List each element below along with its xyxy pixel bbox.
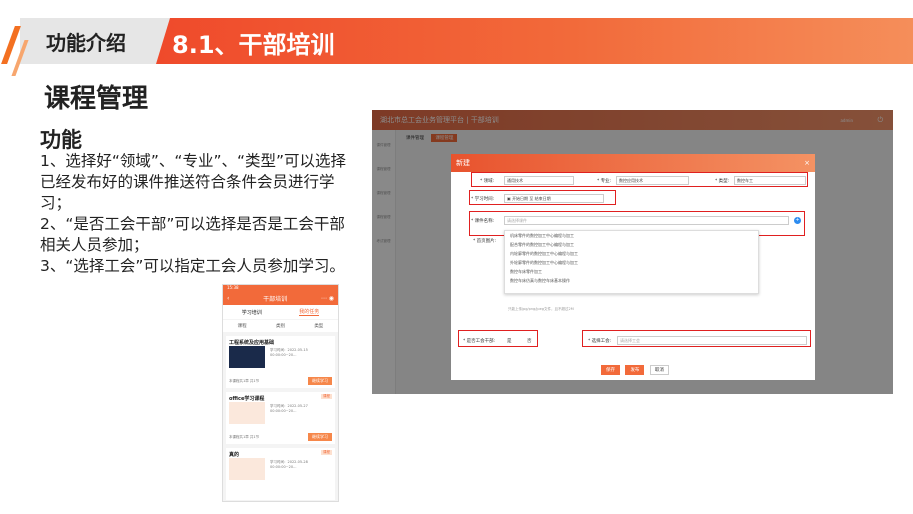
course-card-title: office学习课程 — [229, 396, 265, 402]
upload-hint: 只能上传jpg/png/jpeg文件，且不超过2M — [508, 307, 574, 311]
close-icon[interactable]: × — [804, 159, 810, 167]
phone-tab-study[interactable]: 学习培训 — [242, 309, 262, 316]
description-item-1: 1、选择好“领域”、“专业”、“类型”可以选择已经发布好的课件推送符合条件会员进… — [40, 152, 347, 212]
phone-nav-bar: ‹ 干部培训 ⋯ ◉ — [223, 291, 338, 305]
course-card-foot: 本课程共1章 共1节 — [229, 379, 260, 383]
filter-category[interactable]: 类别 — [276, 323, 285, 329]
save-button[interactable]: 保存 — [601, 365, 620, 375]
course-thumbnail — [229, 346, 265, 368]
highlight-union-row — [582, 330, 811, 347]
phone-tab-mytask[interactable]: 我的任务 — [299, 308, 320, 316]
cancel-button[interactable]: 取消 — [649, 365, 669, 375]
course-card-tag: 课程 — [321, 394, 332, 399]
qr-thumbnail — [229, 458, 265, 480]
dropdown-option[interactable]: 配合零件的数控加工中心编程与加工 — [505, 240, 758, 249]
continue-study-button[interactable]: 继续学习 — [308, 377, 332, 385]
desktop-screenshot: 湖北市总工会业务管理平台 | 干部培训 admin ⏻ 课件管理 课程管理 课程… — [372, 110, 893, 394]
course-card-foot: 本课程共1章 共1节 — [229, 435, 260, 439]
dialog-title: 新建 — [456, 159, 470, 167]
office-thumbnail — [229, 402, 265, 424]
continue-study-button[interactable]: 继续学习 — [308, 433, 332, 441]
filter-course[interactable]: 课程 — [238, 323, 247, 329]
course-card-date: 学习时间：2022-05-28 00:00:00~20... — [270, 460, 308, 469]
dropdown-option[interactable]: 机床零件的数控加工中心编程与加工 — [505, 231, 758, 240]
mobile-screenshot: 15:38 ‹ 干部培训 ⋯ ◉ 学习培训 我的任务 课程 类别 类型 工程系统… — [222, 284, 339, 502]
highlight-cadre-row — [458, 330, 538, 347]
dialog-header: 新建 × — [451, 154, 815, 172]
description: 1、选择好“领域”、“专业”、“类型”可以选择已经发布好的课件推送符合条件会员进… — [40, 151, 355, 277]
header-label: 功能介绍 — [46, 31, 126, 55]
dropdown-option[interactable]: 外轮廓零件的数控加工中心编程与加工 — [505, 258, 758, 267]
courseware-dropdown: 机床零件的数控加工中心编程与加工 配合零件的数控加工中心编程与加工 内轮廓零件的… — [504, 230, 759, 294]
header-band: 功能介绍 8.1、干部培训 — [0, 18, 913, 76]
course-card-title: 工程系统及应用基础 — [229, 340, 275, 346]
highlight-domain-row — [471, 172, 808, 187]
course-card-title: 真的 — [229, 452, 240, 458]
course-card-date: 学习时间：2022-05-27 00:00:00~20... — [270, 404, 308, 413]
phone-title: 干部培训 — [263, 295, 288, 303]
course-card[interactable]: 工程系统及应用基础 学习时间：2022-05-15 00:00:00~20...… — [226, 336, 335, 388]
phone-filter-bar: 课程 类别 类型 — [223, 320, 338, 332]
course-card[interactable]: 真的 课程 学习时间：2022-05-28 00:00:00~20... — [226, 448, 335, 500]
subsection-title: 功能 — [40, 128, 82, 152]
back-icon[interactable]: ‹ — [227, 295, 229, 302]
publish-button[interactable]: 发布 — [625, 365, 645, 375]
highlight-time-row — [469, 190, 616, 205]
course-card-date: 学习时间：2022-05-15 00:00:00~20... — [270, 348, 308, 357]
description-item-2: 2、“是否工会干部”可以选择是否是工会干部相关人员参加； — [40, 215, 345, 254]
header-title: 8.1、干部培训 — [172, 31, 335, 59]
dialog-footer: 保存 发布 取消 — [601, 365, 673, 375]
filter-type[interactable]: 类型 — [314, 323, 323, 329]
course-card[interactable]: office学习课程 课程 学习时间：2022-05-27 00:00:00~2… — [226, 392, 335, 444]
dropdown-option[interactable]: 内轮廓零件的数控加工中心编程与加工 — [505, 249, 758, 258]
description-item-3: 3、“选择工会”可以指定工会人员参加学习。 — [40, 257, 345, 275]
dropdown-option[interactable]: 数控车床仿真与数控车床基本操作 — [505, 276, 758, 285]
more-icon[interactable]: ⋯ ◉ — [321, 295, 334, 302]
dropdown-option[interactable]: 数控车床零件加工 — [505, 267, 758, 276]
new-course-dialog: 新建 × * 领域: 通用技术 * 专业: 数控应用技术 * 类型: 数控车工 … — [451, 154, 815, 380]
course-card-tag: 课程 — [321, 450, 332, 455]
section-title: 课程管理 — [44, 84, 149, 114]
cover-label: * 首页图片: — [473, 239, 497, 244]
phone-tabs: 学习培训 我的任务 — [223, 305, 338, 319]
